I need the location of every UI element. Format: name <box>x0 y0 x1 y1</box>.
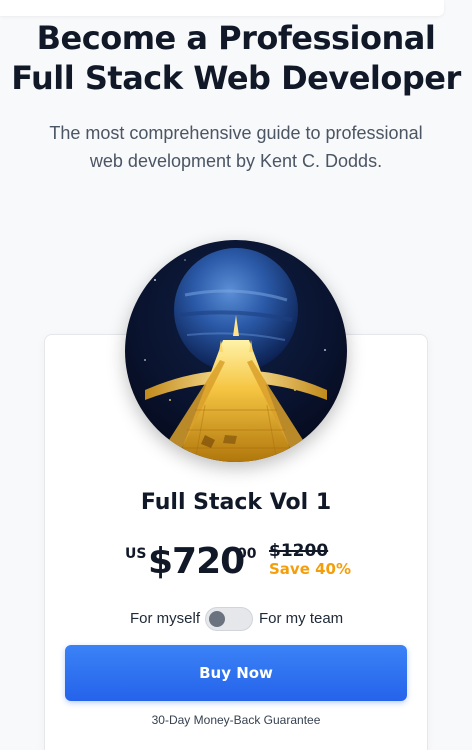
pricing-page: Become a Professional Full Stack Web Dev… <box>0 0 472 750</box>
product-title: Full Stack Vol 1 <box>140 490 332 515</box>
page-subtitle-line-1: The most comprehensive guide to professi… <box>49 123 423 143</box>
page-subtitle: The most comprehensive guide to professi… <box>20 119 452 175</box>
toggle-knob <box>209 611 225 627</box>
for-myself-label: For myself <box>130 610 201 627</box>
buy-now-button[interactable]: Buy Now <box>65 645 407 701</box>
price-currency: US <box>125 546 147 562</box>
price-cents: 00 <box>237 546 257 562</box>
price-amount: $720 <box>148 541 245 582</box>
page-title-line-1: Become a Professional <box>36 19 436 57</box>
for-my-team-label: For my team <box>259 610 344 627</box>
page-title-line-2: Full Stack Web Developer <box>11 59 461 97</box>
original-price: $1200 <box>269 541 329 561</box>
discount-badge: Save 40% <box>269 560 352 578</box>
page-subtitle-line-2: web development by Kent C. Dodds. <box>89 151 383 171</box>
product-cover-image <box>125 240 347 462</box>
money-back-guarantee: 30-Day Money-Back Guarantee <box>151 713 321 727</box>
page-title: Become a Professional Full Stack Web Dev… <box>0 18 472 98</box>
top-nav-edge <box>0 0 444 16</box>
purchase-type-toggle-row: For myself For my team <box>44 606 428 632</box>
team-purchase-toggle[interactable] <box>205 607 253 631</box>
